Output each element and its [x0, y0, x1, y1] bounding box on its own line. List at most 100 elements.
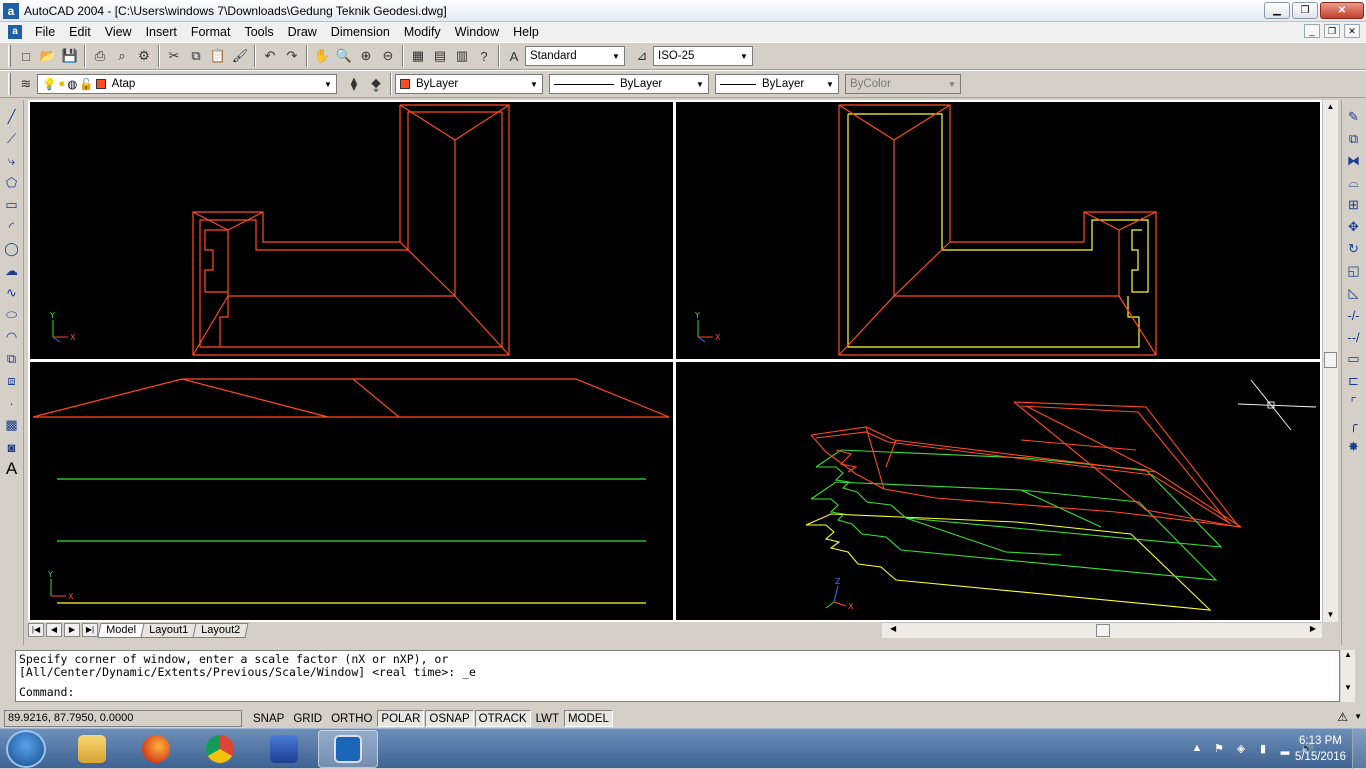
pan-realtime-icon[interactable]: ✋ — [311, 45, 333, 67]
maximize-button[interactable]: ❐ — [1292, 2, 1318, 19]
offset-icon[interactable]: ⌓ — [1344, 172, 1364, 194]
taskbar-autocad[interactable] — [318, 729, 378, 768]
viewport-top-left[interactable]: Y X — [30, 102, 673, 359]
tab-layout2[interactable]: Layout2 — [192, 622, 249, 638]
explode-icon[interactable]: ✸ — [1344, 436, 1364, 458]
otrack-toggle[interactable]: OTRACK — [474, 710, 531, 727]
show-hidden-icons-icon[interactable]: ▲ — [1190, 742, 1204, 756]
menu-format[interactable]: Format — [184, 25, 238, 39]
osnap-toggle[interactable]: OSNAP — [425, 710, 474, 727]
make-block-icon[interactable]: ⧈ — [2, 370, 22, 392]
flag-icon[interactable]: ⚑ — [1212, 742, 1226, 756]
construction-line-icon[interactable]: ⟋ — [2, 128, 22, 150]
taskbar-word[interactable] — [254, 730, 314, 768]
scroll-up-icon[interactable]: ▲ — [1323, 100, 1338, 114]
command-prompt[interactable]: Command: — [19, 686, 74, 699]
dim-style-select[interactable]: ISO-25 ▼ — [653, 46, 753, 66]
doc-restore-button[interactable]: ❐ — [1324, 24, 1340, 38]
first-tab-icon[interactable]: |◀ — [28, 623, 44, 637]
toolbar-grip[interactable] — [8, 73, 11, 95]
extend-icon[interactable]: --/ — [1344, 326, 1364, 348]
scroll-down-icon[interactable]: ▼ — [1323, 608, 1338, 622]
save-icon[interactable]: 💾 — [59, 45, 81, 67]
communication-center-icon[interactable]: ⚠ — [1337, 710, 1348, 724]
layer-select[interactable]: 💡 ● ◍ 🔓 Atap ▼ — [37, 74, 337, 94]
drawing-area[interactable]: Y X Y X Y X Z X — [28, 100, 1322, 622]
circle-icon[interactable]: ◯ — [2, 238, 22, 260]
command-window[interactable]: Specify corner of window, enter a scale … — [15, 650, 1340, 702]
chamfer-icon[interactable]: ⌜ — [1344, 392, 1364, 414]
region-icon[interactable]: ◙ — [2, 436, 22, 458]
ortho-toggle[interactable]: ORTHO — [327, 710, 376, 727]
layer-previous-icon[interactable]: ⧪ — [365, 73, 387, 95]
trim-icon[interactable]: -/- — [1344, 304, 1364, 326]
spline-icon[interactable]: ∿ — [2, 282, 22, 304]
scroll-left-icon[interactable]: ◀ — [890, 624, 896, 633]
multiline-text-icon[interactable]: A — [2, 458, 22, 480]
copy-object-icon[interactable]: ⧉ — [1344, 128, 1364, 150]
prev-tab-icon[interactable]: ◀ — [46, 623, 62, 637]
print-icon[interactable]: ⎙ — [89, 45, 111, 67]
menu-draw[interactable]: Draw — [281, 25, 324, 39]
menu-edit[interactable]: Edit — [62, 25, 98, 39]
color-select[interactable]: ByLayer ▼ — [395, 74, 543, 94]
scroll-down-icon[interactable]: ▼ — [1341, 683, 1355, 692]
show-desktop-button[interactable] — [1352, 729, 1366, 769]
zoom-window-icon[interactable]: ⊕ — [355, 45, 377, 67]
redo-icon[interactable]: ↷ — [281, 45, 303, 67]
match-properties-icon[interactable]: 🖌 — [229, 45, 251, 67]
polyline-icon[interactable]: ⤷ — [2, 150, 22, 172]
minimize-button[interactable]: ▁ — [1264, 2, 1290, 19]
zoom-previous-icon[interactable]: ⊖ — [377, 45, 399, 67]
clock[interactable]: 6:13 PM 5/15/2016 — [1295, 733, 1346, 765]
status-menu-icon[interactable]: ▼ — [1354, 712, 1362, 721]
join-icon[interactable]: ⊏ — [1344, 370, 1364, 392]
tab-layout1[interactable]: Layout1 — [140, 622, 197, 638]
linetype-select[interactable]: ByLayer ▼ — [549, 74, 709, 94]
erase-icon[interactable]: ✎ — [1344, 106, 1364, 128]
menu-file[interactable]: File — [28, 25, 62, 39]
insert-block-icon[interactable]: ⧉ — [2, 348, 22, 370]
ellipse-arc-icon[interactable]: ◠ — [2, 326, 22, 348]
scroll-up-icon[interactable]: ▲ — [1341, 650, 1355, 659]
security-icon[interactable]: ◈ — [1234, 742, 1248, 756]
close-button[interactable]: ✕ — [1320, 2, 1364, 19]
lwt-toggle[interactable]: LWT — [532, 710, 563, 727]
paste-icon[interactable]: 📋 — [207, 45, 229, 67]
grid-toggle[interactable]: GRID — [289, 710, 326, 727]
taskbar-chrome[interactable] — [190, 730, 250, 768]
viewport-top-right[interactable]: Y X — [676, 102, 1320, 359]
toolbar-grip[interactable] — [8, 45, 11, 67]
model-toggle[interactable]: MODEL — [564, 710, 613, 727]
viewport-bottom-right[interactable]: Z X — [676, 362, 1320, 620]
scroll-right-icon[interactable]: ▶ — [1310, 624, 1316, 633]
ellipse-icon[interactable]: ⬭ — [2, 304, 22, 326]
hatch-icon[interactable]: ▩ — [2, 414, 22, 436]
menu-window[interactable]: Window — [448, 25, 506, 39]
fillet-icon[interactable]: ╭ — [1344, 414, 1364, 436]
array-icon[interactable]: ⊞ — [1344, 194, 1364, 216]
help-icon[interactable]: ? — [473, 45, 495, 67]
text-style-select[interactable]: Standard ▼ — [525, 46, 625, 66]
cut-icon[interactable]: ✂ — [163, 45, 185, 67]
lineweight-select[interactable]: ByLayer ▼ — [715, 74, 839, 94]
move-icon[interactable]: ✥ — [1344, 216, 1364, 238]
start-button[interactable] — [6, 729, 46, 768]
undo-icon[interactable]: ↶ — [259, 45, 281, 67]
properties-icon[interactable]: ▦ — [407, 45, 429, 67]
polygon-icon[interactable]: ⬠ — [2, 172, 22, 194]
revision-cloud-icon[interactable]: ☁ — [2, 260, 22, 282]
network-icon[interactable]: ▮ — [1256, 742, 1270, 756]
mirror-icon[interactable]: ⧓ — [1344, 150, 1364, 172]
design-center-icon[interactable]: ▤ — [429, 45, 451, 67]
new-file-icon[interactable]: □ — [15, 45, 37, 67]
break-icon[interactable]: ▭ — [1344, 348, 1364, 370]
menu-help[interactable]: Help — [506, 25, 546, 39]
taskbar-firefox[interactable] — [126, 730, 186, 768]
make-object-layer-current-icon[interactable]: ⧫ — [343, 73, 365, 95]
point-icon[interactable]: · — [2, 392, 22, 414]
menu-view[interactable]: View — [98, 25, 139, 39]
scale-icon[interactable]: ◱ — [1344, 260, 1364, 282]
menu-modify[interactable]: Modify — [397, 25, 448, 39]
command-scrollbar[interactable]: ▲ ▼ — [1341, 650, 1355, 702]
